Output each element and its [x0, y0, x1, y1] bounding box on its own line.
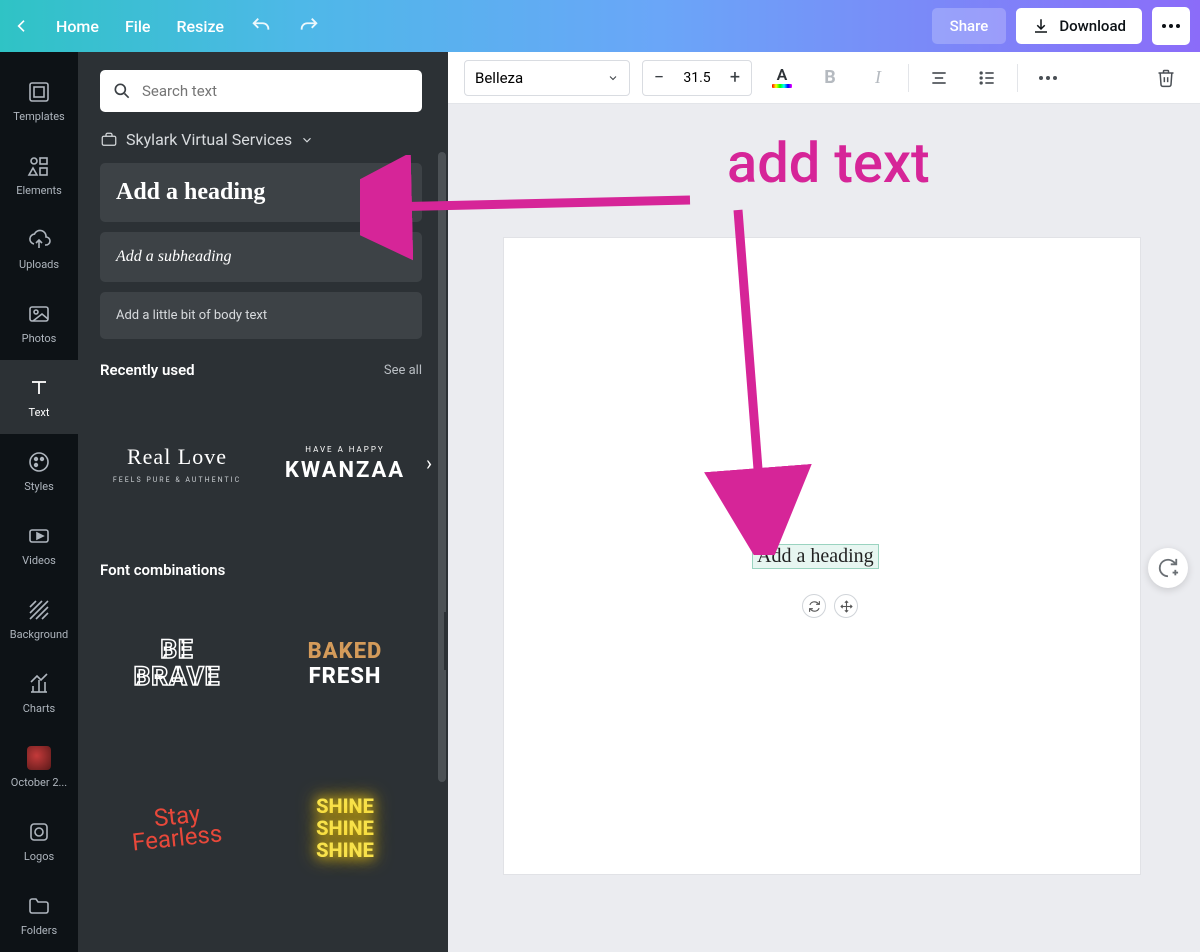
brand-icon	[100, 131, 118, 149]
font-family-select[interactable]: Belleza	[464, 60, 630, 96]
download-button[interactable]: Download	[1016, 8, 1142, 44]
rail-templates[interactable]: Templates	[0, 64, 78, 138]
charts-icon	[27, 672, 51, 696]
add-subheading-button[interactable]: Add a subheading	[100, 232, 422, 282]
sync-icon	[808, 600, 821, 613]
separator	[908, 64, 909, 92]
canvas-text-element[interactable]: Add a heading	[752, 544, 879, 569]
top-right-group: Share Download	[932, 7, 1200, 45]
font-combinations-grid: BE BRAVE BAKED FRESH Stay Fearless SHINE…	[100, 589, 422, 903]
font-size-decrease[interactable]: −	[643, 61, 675, 95]
see-all-link[interactable]: See all	[384, 363, 422, 378]
panel-scrollbar[interactable]	[438, 152, 446, 782]
template-kwanzaa[interactable]: HAVE A HAPPY KWANZAA	[268, 389, 422, 539]
share-button[interactable]: Share	[932, 8, 1007, 44]
trash-icon	[1156, 68, 1176, 88]
list-button[interactable]	[969, 60, 1005, 96]
canvas-page[interactable]: Add a heading	[504, 238, 1140, 874]
add-page-fab[interactable]	[1148, 548, 1188, 588]
resize-menu[interactable]: Resize	[176, 17, 223, 36]
rail-background[interactable]: Background	[0, 582, 78, 656]
rail-videos[interactable]: Videos	[0, 508, 78, 582]
more-button[interactable]	[1152, 7, 1190, 45]
file-menu[interactable]: File	[125, 17, 151, 36]
text-panel: Skylark Virtual Services Add a heading A…	[78, 52, 448, 952]
rail-photos[interactable]: Photos	[0, 286, 78, 360]
brand-label: Skylark Virtual Services	[126, 130, 292, 149]
add-body-text-button[interactable]: Add a little bit of body text	[100, 292, 422, 339]
font-combinations-heading: Font combinations	[100, 561, 225, 579]
template-shine[interactable]: SHINE SHINE SHINE	[268, 753, 422, 903]
font-size-group: − 31.5 +	[642, 60, 752, 96]
search-input[interactable]	[142, 82, 410, 100]
home-button[interactable]: Home	[56, 17, 99, 36]
chevron-down-icon	[607, 72, 619, 84]
rail-elements[interactable]: Elements	[0, 138, 78, 212]
photos-icon	[27, 302, 51, 326]
download-icon	[1032, 17, 1050, 35]
alignment-button[interactable]	[921, 60, 957, 96]
recently-used-grid: Real Love FEELS PURE & AUTHENTIC HAVE A …	[100, 389, 422, 539]
editor-toolbar: Belleza − 31.5 + A B I	[448, 52, 1200, 104]
align-icon	[929, 68, 949, 88]
logos-icon	[27, 820, 51, 844]
rail-text[interactable]: Text	[0, 360, 78, 434]
rail-uploads[interactable]: Uploads	[0, 212, 78, 286]
recently-used-heading: Recently used	[100, 361, 195, 379]
italic-button[interactable]: I	[860, 60, 896, 96]
rail-logos[interactable]: Logos	[0, 804, 78, 878]
template-be-brave[interactable]: BE BRAVE	[100, 589, 254, 739]
delete-button[interactable]	[1148, 60, 1184, 96]
redo-icon[interactable]	[298, 15, 320, 37]
add-heading-button[interactable]: Add a heading	[100, 163, 422, 222]
back-icon[interactable]	[14, 18, 30, 34]
brand-kit-dropdown[interactable]: Skylark Virtual Services	[100, 130, 422, 149]
recently-used-next-icon[interactable]: ›	[426, 451, 432, 475]
template-baked-fresh[interactable]: BAKED FRESH	[268, 589, 422, 739]
templates-icon	[27, 80, 51, 104]
top-bar: Home File Resize Share Download	[0, 0, 1200, 52]
chevron-down-icon	[300, 133, 314, 147]
font-size-value[interactable]: 31.5	[675, 70, 719, 86]
template-stay-fearless[interactable]: Stay Fearless	[100, 753, 254, 903]
top-left-group: Home File Resize	[0, 15, 320, 37]
bold-button[interactable]: B	[812, 60, 848, 96]
list-icon	[977, 68, 997, 88]
move-button[interactable]	[834, 594, 858, 618]
undo-icon[interactable]	[250, 15, 272, 37]
font-family-value: Belleza	[475, 69, 523, 87]
download-label: Download	[1059, 17, 1126, 35]
annotation-label: add text	[727, 130, 930, 196]
rail-styles[interactable]: Styles	[0, 434, 78, 508]
move-icon	[840, 600, 853, 613]
styles-icon	[27, 450, 51, 474]
search-box[interactable]	[100, 70, 422, 112]
background-icon	[27, 598, 51, 622]
more-options-button[interactable]	[1030, 60, 1066, 96]
folders-icon	[27, 894, 51, 918]
font-size-increase[interactable]: +	[719, 61, 751, 95]
template-real-love[interactable]: Real Love FEELS PURE & AUTHENTIC	[100, 389, 254, 539]
rail-charts[interactable]: Charts	[0, 656, 78, 730]
rail-folders[interactable]: Folders	[0, 878, 78, 952]
elements-icon	[27, 154, 51, 178]
october-thumbnail	[27, 746, 51, 770]
videos-icon	[27, 524, 51, 548]
separator	[1017, 64, 1018, 92]
text-icon	[27, 376, 51, 400]
text-color-button[interactable]: A	[764, 60, 800, 96]
side-rail: Templates Elements Uploads Photos Text S…	[0, 52, 78, 952]
more-icon	[1039, 76, 1057, 80]
more-icon	[1162, 24, 1180, 28]
sync-button[interactable]	[802, 594, 826, 618]
uploads-icon	[27, 228, 51, 252]
search-icon	[112, 81, 132, 101]
text-color-icon: A	[772, 67, 792, 88]
refresh-plus-icon	[1157, 557, 1179, 579]
rail-october[interactable]: October 2...	[0, 730, 78, 804]
